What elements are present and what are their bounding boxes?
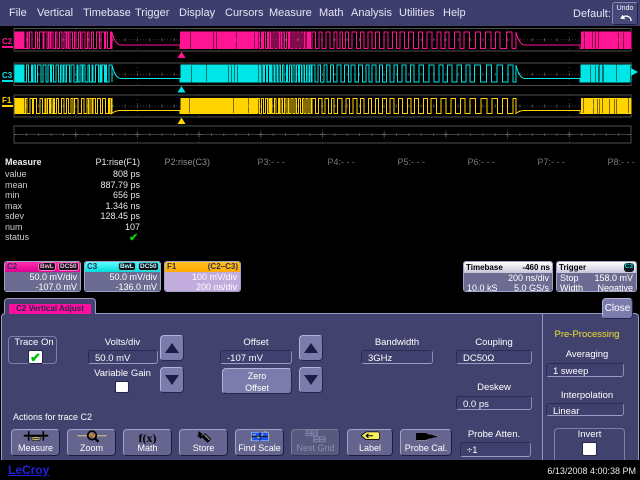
svg-text:F1: F1	[2, 96, 12, 105]
svg-text:C2: C2	[2, 37, 13, 46]
svg-text:C3: C3	[2, 71, 13, 80]
